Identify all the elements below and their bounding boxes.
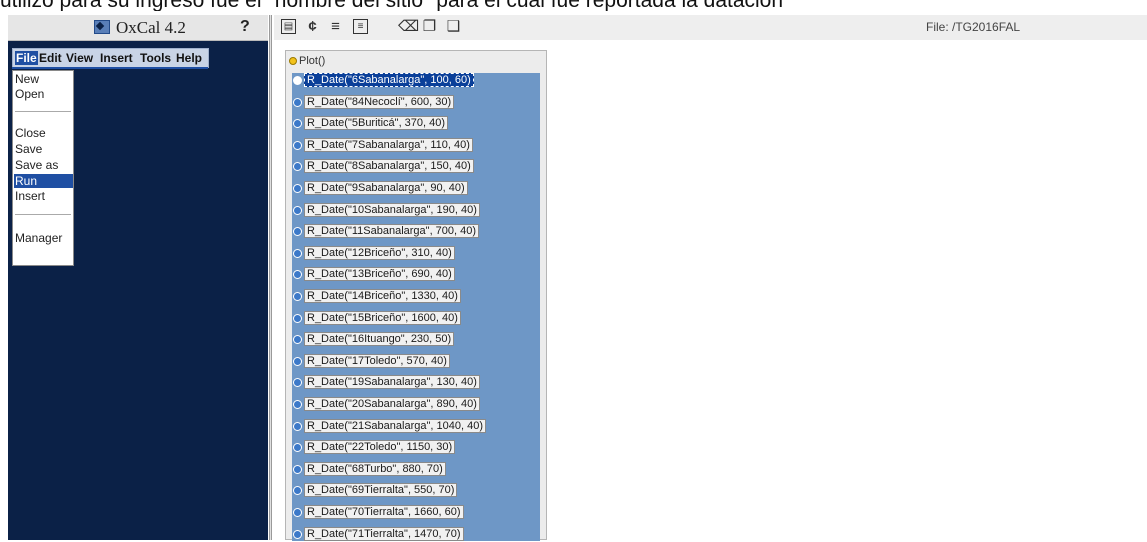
plot-node[interactable]: Plot() (289, 55, 325, 67)
toolbar: ▤ ¢ ≡ ≡ ⌫ ❐ ❑ File: /TG2016FAL (274, 15, 1147, 40)
view-icon[interactable]: ▤ (281, 19, 296, 34)
node-bullet-icon (293, 119, 302, 129)
node-bullet-icon (293, 464, 302, 474)
pane-splitter[interactable] (269, 15, 272, 540)
menu-separator (15, 214, 71, 215)
node-bullet-icon (293, 421, 302, 431)
node-bullet-icon (293, 486, 302, 496)
background-caption-text: utilizó para su ingreso fue el "nombre d… (0, 0, 1147, 11)
date-node-label[interactable]: R_Date("7Sabanalarga", 110, 40) (304, 137, 473, 152)
node-bullet-icon (293, 205, 302, 215)
oxcal-logo-icon (94, 20, 110, 34)
date-node-label[interactable]: R_Date("70Tierralta", 1660, 60) (304, 505, 464, 519)
paste-icon[interactable]: ❑ (446, 19, 461, 34)
date-node-label[interactable]: R_Date("11Sabanalarga", 700, 40) (304, 224, 480, 239)
plot-node-label: Plot() (299, 55, 326, 67)
date-node-label[interactable]: R_Date("84Necoclí", 600, 30) (304, 94, 455, 109)
node-bullet-icon (293, 378, 302, 388)
list-icon[interactable]: ≡ (328, 19, 343, 34)
date-node-label[interactable]: R_Date("10Sabanalarga", 190, 40) (304, 202, 480, 217)
text-icon[interactable]: ≡ (353, 19, 368, 34)
menubar-underline (12, 67, 208, 69)
file-path-label: File: /TG2016FAL (926, 20, 1021, 34)
date-node-label[interactable]: R_Date("8Sabanalarga", 150, 40) (304, 159, 474, 174)
menu-item-save[interactable]: Save (14, 142, 73, 156)
node-bullet-icon (293, 97, 302, 107)
menu-item-open[interactable]: Open (14, 87, 73, 101)
menu-help[interactable]: Help (176, 51, 202, 65)
node-bullet-icon (293, 270, 302, 280)
node-bullet-icon (293, 356, 302, 366)
calc-icon[interactable]: ¢ (305, 19, 320, 34)
node-bullet-icon (293, 76, 302, 85)
date-node-label[interactable]: R_Date("22Toledo", 1150, 30) (304, 440, 456, 455)
node-bullet-icon (293, 508, 302, 517)
date-node-label[interactable]: R_Date("21Sabanalarga", 1040, 40) (304, 418, 486, 433)
menu-item-save-as[interactable]: Save as (14, 158, 73, 172)
delete-icon[interactable]: ⌫ (398, 19, 419, 34)
date-node-label[interactable]: R_Date("9Sabanalarga", 90, 40) (304, 181, 468, 195)
date-node-label[interactable]: R_Date("16Ituango", 230, 50) (304, 332, 455, 347)
node-bullet-icon (293, 227, 302, 237)
menu-item-insert[interactable]: Insert (14, 189, 73, 203)
left-pane: OxCal 4.2 ? File Edit View Insert Tools … (8, 15, 268, 540)
date-node-label[interactable]: R_Date("68Turbo", 880, 70) (304, 461, 446, 476)
menu-separator (15, 111, 71, 112)
menu-view[interactable]: View (66, 51, 93, 65)
node-bullet-icon (293, 529, 302, 539)
node-bullet-icon (293, 443, 302, 453)
node-bullet-icon (289, 57, 297, 65)
date-node-label[interactable]: R_Date("20Sabanalarga", 890, 40) (304, 397, 480, 411)
date-node-label[interactable]: R_Date("17Toledo", 570, 40) (304, 353, 450, 368)
date-node-label[interactable]: R_Date("19Sabanalarga", 130, 40) (304, 375, 480, 390)
node-bullet-icon (293, 140, 302, 150)
node-bullet-icon (293, 335, 302, 345)
date-node-label[interactable]: R_Date("14Briceño", 1330, 40) (304, 289, 461, 303)
menu-item-run[interactable]: Run (14, 174, 73, 188)
node-bullet-icon (293, 184, 302, 193)
menu-insert[interactable]: Insert (100, 51, 133, 65)
date-node-label[interactable]: R_Date("12Briceño", 310, 40) (304, 245, 455, 260)
date-node-label[interactable]: R_Date("71Tierralta", 1470, 70) (304, 526, 464, 541)
date-list: R_Date("6Sabanalarga", 100, 60) R_Date("8… (292, 73, 540, 541)
node-bullet-icon (293, 162, 302, 172)
date-node-label[interactable]: R_Date("5Buriticá", 370, 40) (304, 116, 449, 131)
menu-edit[interactable]: Edit (39, 51, 62, 65)
help-button[interactable]: ? (240, 18, 250, 36)
menubar: File Edit View Insert Tools Help (12, 48, 209, 68)
node-bullet-icon (293, 292, 302, 301)
app-header: OxCal 4.2 ? (8, 15, 268, 41)
date-node-label[interactable]: R_Date("13Briceño", 690, 40) (304, 267, 455, 282)
file-menu-dropdown: New Open Close Save Save as Run Insert M… (12, 70, 74, 266)
node-bullet-icon (293, 313, 302, 323)
model-tree-panel: Plot() R_Date("6Sabanalarga", 100, 60) R_… (285, 50, 547, 541)
menu-tools[interactable]: Tools (140, 51, 171, 65)
date-node-label[interactable]: R_Date("6Sabanalarga", 100, 60) (304, 73, 474, 87)
node-bullet-icon (293, 248, 302, 258)
copy-icon[interactable]: ❐ (422, 19, 437, 34)
node-bullet-icon (293, 400, 302, 409)
menu-item-manager[interactable]: Manager (14, 231, 73, 245)
menu-item-close[interactable]: Close (14, 126, 73, 140)
menu-file[interactable]: File (15, 51, 38, 65)
menu-item-new[interactable]: New (14, 72, 73, 86)
app-title: OxCal 4.2 (116, 18, 186, 37)
date-node-label[interactable]: R_Date("15Briceño", 1600, 40) (304, 310, 461, 325)
date-node-label[interactable]: R_Date("69Tierralta", 550, 70) (304, 483, 458, 498)
